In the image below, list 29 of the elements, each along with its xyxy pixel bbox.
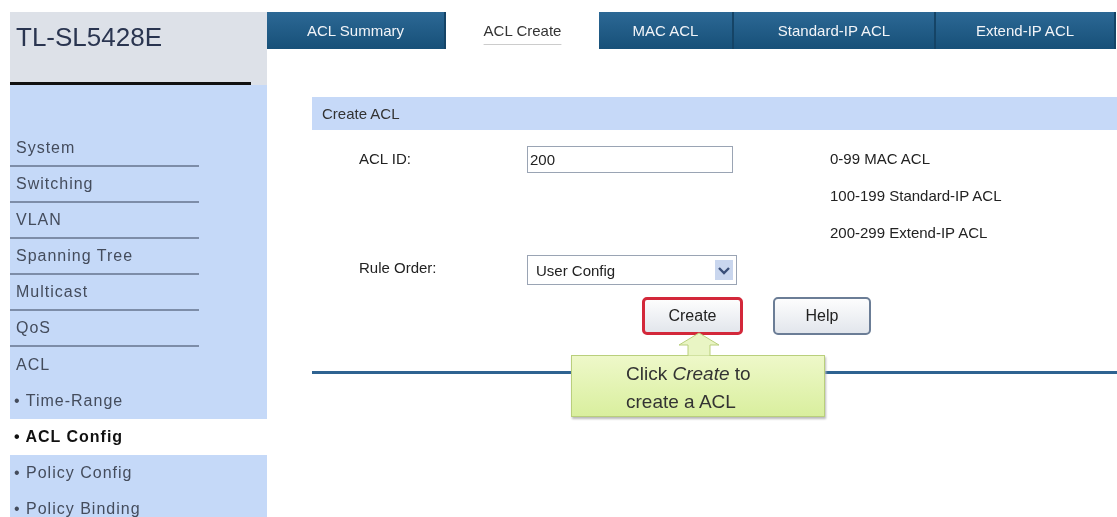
sidebar-item[interactable]: QoS <box>10 311 199 347</box>
field-label: ACL ID: <box>358 149 412 167</box>
sidebar-item[interactable]: • Time-Range <box>10 383 267 419</box>
range-text: 0-99 MAC ACL <box>830 149 932 167</box>
sidebar-item[interactable]: Switching <box>10 167 199 203</box>
sidebar-item[interactable]: VLAN <box>10 203 199 239</box>
sidebar-item[interactable]: ACL <box>10 347 267 383</box>
logo-text: TL-SL5428E <box>16 22 162 53</box>
help-button[interactable]: Help <box>773 297 871 335</box>
tab[interactable]: Standard-IP ACL <box>734 12 936 49</box>
sidebar-item[interactable]: • Policy Config <box>10 455 267 491</box>
callout-text: Click Create to create a ACL <box>571 355 825 417</box>
panel-header: Create ACL <box>312 97 1117 130</box>
tab[interactable]: MAC ACL <box>599 12 734 49</box>
dropdown[interactable]: User Config <box>527 255 737 285</box>
sidebar-item[interactable]: • Policy Binding <box>10 491 267 517</box>
field-label: Rule Order: <box>358 258 438 276</box>
create-button[interactable]: Create <box>642 297 743 335</box>
tab[interactable]: ACL Summary <box>267 12 446 49</box>
range-text: 100-199 Standard-IP ACL <box>830 186 1002 204</box>
sidebar-item[interactable]: Multicast <box>10 275 199 311</box>
sidebar-item[interactable]: • ACL Config <box>10 419 267 455</box>
sidebar-item[interactable]: System <box>10 131 199 167</box>
range-text: 200-299 Extend-IP ACL <box>830 223 989 241</box>
sidebar-item[interactable]: Spanning Tree <box>10 239 199 275</box>
input-field[interactable]: 200 <box>527 146 733 173</box>
tab[interactable]: Extend-IP ACL <box>936 12 1116 49</box>
chevron-down-icon <box>715 260 733 280</box>
callout-arrow-icon <box>678 332 720 356</box>
